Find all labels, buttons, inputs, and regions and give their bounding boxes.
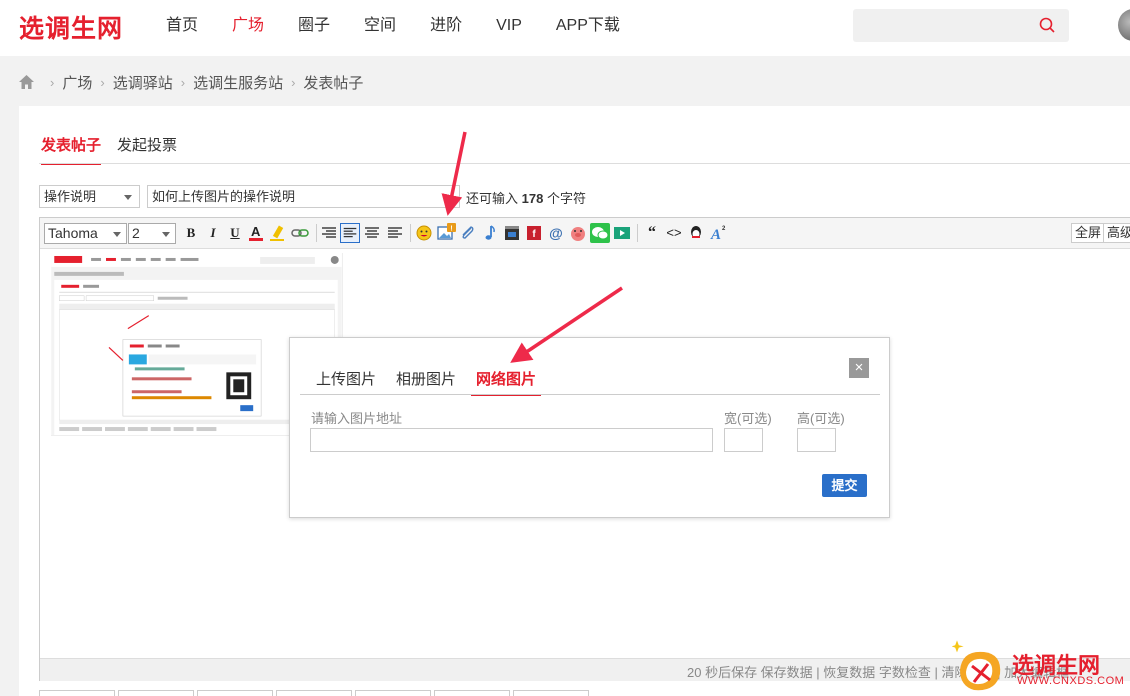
divider	[300, 394, 880, 395]
bottom-tab[interactable]	[197, 690, 273, 696]
nav-item-square[interactable]: 广场	[232, 15, 264, 37]
bottom-tab[interactable]	[276, 690, 352, 696]
post-type-select[interactable]: 操作说明	[39, 185, 140, 208]
main-nav: 首页 广场 圈子 空间 进阶 VIP APP下载	[166, 15, 654, 37]
search-input[interactable]	[853, 9, 1069, 42]
divider	[39, 163, 1130, 164]
font-family-select[interactable]: Tahoma	[44, 223, 127, 244]
image-url-input[interactable]	[310, 428, 713, 452]
post-title-input[interactable]: 如何上传图片的操作说明	[147, 185, 460, 208]
editor-toolbar: Tahoma 2 B I U A ! f @ “ <> A 2 全屏 高级	[40, 218, 1130, 249]
bottom-tab[interactable]	[434, 690, 510, 696]
video-icon[interactable]	[502, 223, 522, 243]
home-icon[interactable]	[19, 75, 34, 89]
breadcrumb-item[interactable]: 选调生服务站	[193, 72, 283, 93]
font-size-select[interactable]: 2	[128, 223, 176, 244]
site-logo[interactable]: 选调生网	[19, 9, 123, 45]
bottom-tab[interactable]	[513, 690, 589, 696]
nav-item-space[interactable]: 空间	[364, 15, 396, 37]
toolbar-divider	[316, 224, 317, 242]
chevron-down-icon	[113, 232, 121, 237]
nav-item-advance[interactable]: 进阶	[430, 15, 462, 37]
wechat-icon[interactable]	[590, 223, 610, 243]
search-icon[interactable]	[1039, 17, 1055, 33]
breadcrumb-current: 发表帖子	[303, 74, 364, 92]
svg-text:A: A	[251, 224, 261, 239]
tab-album-image[interactable]: 相册图片	[396, 368, 456, 396]
chevron-down-icon	[162, 232, 170, 237]
bottom-tab[interactable]	[355, 690, 431, 696]
tab-start-vote[interactable]: 发起投票	[117, 134, 177, 165]
pig-sticker-icon[interactable]	[568, 223, 588, 243]
height-label: 高(可选)	[797, 411, 845, 426]
tab-publish-post[interactable]: 发表帖子	[41, 134, 102, 165]
svg-text:A: A	[710, 227, 721, 243]
post-type-value: 操作说明	[44, 189, 97, 204]
chevron-right-icon: ›	[100, 74, 105, 90]
underline-button[interactable]: U	[225, 223, 245, 243]
nav-item-circle[interactable]: 圈子	[298, 15, 330, 37]
counter-suffix: 个字符	[546, 191, 586, 206]
mention-icon[interactable]: @	[546, 223, 566, 243]
watermark-url: WWW.CNXDS.COM	[1017, 675, 1125, 687]
chevron-right-icon: ›	[180, 74, 186, 90]
char-counter: 还可输入 178 个字符	[466, 188, 586, 207]
close-icon[interactable]: ×	[849, 358, 869, 378]
fullscreen-button[interactable]: 全屏	[1071, 223, 1106, 243]
qq-icon[interactable]	[686, 223, 706, 243]
counter-prefix: 还可输入	[466, 191, 519, 206]
top-navbar: 选调生网 首页 广场 圈子 空间 进阶 VIP APP下载	[0, 0, 1130, 56]
italic-button[interactable]: I	[203, 223, 223, 243]
font-color-icon[interactable]: A	[246, 223, 266, 243]
highlight-color-icon[interactable]	[268, 223, 288, 243]
quote-button[interactable]: “	[642, 223, 662, 243]
bottom-tab-strip	[39, 690, 592, 696]
bottom-tab[interactable]	[118, 690, 194, 696]
insert-image-dialog: 上传图片 相册图片 网络图片 × 请输入图片地址 宽(可选) 高(可选) 提交	[289, 337, 890, 518]
nav-item-app[interactable]: APP下载	[556, 15, 620, 37]
tab-web-image[interactable]: 网络图片	[471, 368, 542, 396]
counter-number: 178	[521, 191, 544, 206]
advanced-button[interactable]: 高级	[1103, 223, 1130, 243]
align-center-icon[interactable]	[362, 223, 382, 243]
font-family-value: Tahoma	[48, 225, 98, 241]
align-justify-icon[interactable]	[340, 223, 360, 243]
dialog-tabs: 上传图片 相册图片 网络图片	[316, 368, 561, 396]
emoji-icon[interactable]	[414, 223, 434, 243]
toolbar-divider	[637, 224, 638, 242]
tab-upload-image[interactable]: 上传图片	[316, 368, 376, 396]
svg-text:!: !	[450, 226, 452, 233]
video-player-icon[interactable]	[612, 223, 632, 243]
image-icon[interactable]: !	[436, 223, 456, 243]
image-url-label: 请输入图片地址	[311, 411, 403, 426]
bottom-tab[interactable]	[39, 690, 115, 696]
height-input[interactable]	[797, 428, 836, 452]
chevron-right-icon: ›	[291, 74, 296, 90]
nav-item-home[interactable]: 首页	[166, 15, 198, 37]
bold-button[interactable]: B	[181, 223, 201, 243]
breadcrumb: › 广场 › 选调驿站 › 选调生服务站 › 发表帖子	[19, 72, 363, 92]
font-size-value: 2	[132, 225, 140, 241]
code-button[interactable]: <>	[664, 223, 684, 243]
user-avatar[interactable]	[1118, 9, 1130, 41]
toolbar-divider	[410, 224, 411, 242]
chevron-right-icon: ›	[50, 74, 55, 90]
chevron-down-icon	[124, 195, 132, 200]
breadcrumb-item[interactable]: 广场	[62, 72, 92, 93]
text-style-icon[interactable]: A 2	[708, 223, 728, 243]
attachment-icon[interactable]	[458, 223, 478, 243]
submit-button[interactable]: 提交	[822, 474, 867, 497]
width-label: 宽(可选)	[724, 411, 772, 426]
breadcrumb-item[interactable]: 选调驿站	[113, 72, 173, 93]
link-icon[interactable]	[290, 223, 310, 243]
flash-icon[interactable]: f	[524, 223, 544, 243]
post-tabs: 发表帖子 发起投票	[41, 134, 193, 165]
align-left-icon[interactable]	[319, 223, 339, 243]
width-input[interactable]	[724, 428, 763, 452]
align-right-icon[interactable]	[385, 223, 405, 243]
svg-text:2: 2	[722, 226, 726, 232]
nav-item-vip[interactable]: VIP	[496, 15, 522, 37]
music-icon[interactable]	[480, 223, 500, 243]
